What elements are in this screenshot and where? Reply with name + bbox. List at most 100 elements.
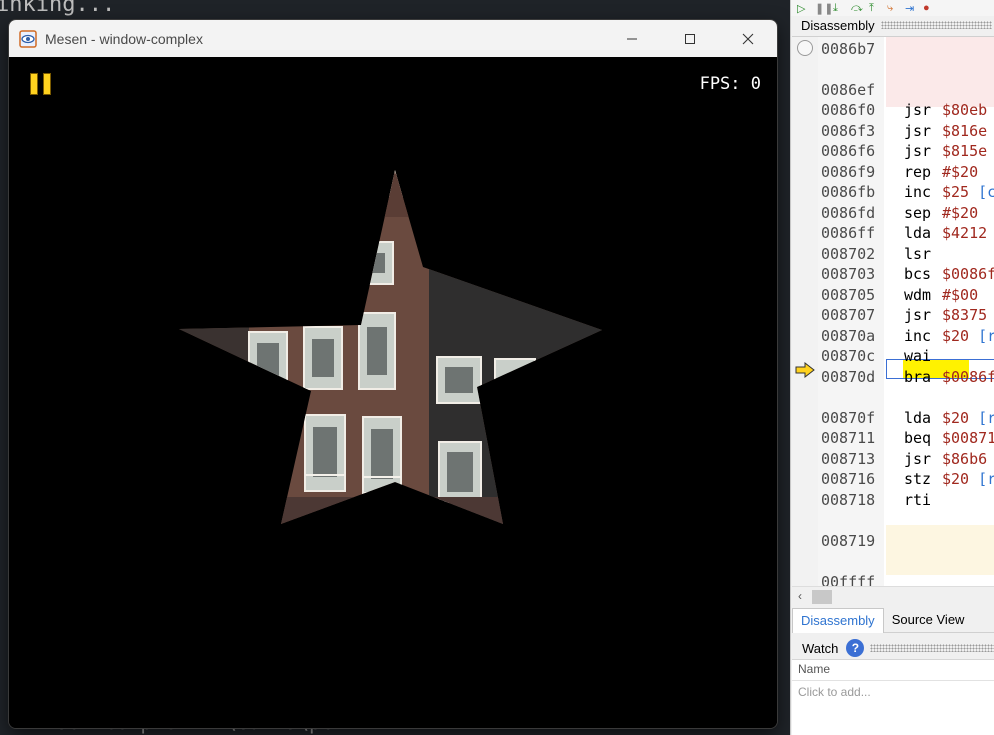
row-mnemonic: lda — [904, 224, 932, 242]
row-operand: #$00 — [942, 286, 979, 304]
disassembly-row[interactable]: 008702 lsr — [792, 244, 994, 264]
disassembly-row[interactable]: 0086f9 rep #$20 — [792, 162, 994, 182]
horizontal-scrollbar[interactable]: ‹ — [792, 586, 994, 607]
close-button[interactable] — [719, 20, 777, 57]
disassembly-row[interactable]: 008718 rti — [792, 490, 994, 510]
disassembly-row[interactable]: 0086b7 — [792, 39, 994, 59]
row-operand: $0086f — [942, 265, 994, 283]
mesen-app-icon — [19, 29, 37, 48]
panel-grip[interactable] — [880, 21, 992, 29]
disassembly-row[interactable]: 008703 bcs $0086f — [792, 264, 994, 284]
row-operand: $20 [r — [942, 470, 994, 488]
watch-add-entry[interactable]: Click to add... — [798, 685, 871, 699]
row-address: 0086fd — [821, 204, 876, 222]
row-mnemonic: jsr — [904, 142, 932, 160]
watch-header-divider — [792, 680, 994, 681]
row-operand: $20 [r — [942, 409, 994, 427]
row-mnemonic: stz — [904, 470, 932, 488]
disassembly-row[interactable]: 008711 beq $00871 — [792, 428, 994, 448]
help-icon[interactable]: ? — [846, 639, 865, 657]
row-mnemonic: beq — [904, 429, 932, 447]
disassembly-panel-header: Disassembly — [791, 16, 994, 34]
window-titlebar[interactable]: Mesen - window-complex — [9, 20, 777, 58]
watch-name-column[interactable]: Name — [798, 662, 830, 676]
row-mnemonic: bra — [904, 368, 932, 386]
disassembly-row[interactable]: 00870a inc $20 [r — [792, 326, 994, 346]
row-mnemonic: inc — [904, 183, 932, 201]
row-mnemonic: jsr — [904, 306, 932, 324]
disassembly-row[interactable]: 0086f6 jsr $815e — [792, 141, 994, 161]
close-icon — [742, 33, 754, 44]
row-mnemonic: wdm — [904, 286, 932, 304]
mesen-window[interactable]: Mesen - window-complex FPS: 0 — [9, 20, 777, 728]
scroll-thumb[interactable] — [812, 590, 832, 604]
row-mnemonic: inc — [904, 327, 932, 345]
row-address: 00870a — [821, 327, 876, 345]
disassembly-row[interactable]: 008707 jsr $8375 — [792, 305, 994, 325]
disassembly-row[interactable]: 008713 jsr $86b6 — [792, 449, 994, 469]
step-into-icon[interactable]: ⤓ — [833, 2, 845, 14]
row-operand: $00871 — [942, 429, 994, 447]
disassembly-row[interactable]: 00ffff — [792, 572, 994, 587]
disassembly-row[interactable]: 0086ef — [792, 80, 994, 100]
maximize-button[interactable] — [661, 20, 719, 57]
disassembly-row[interactable]: 00870f lda $20 [r — [792, 408, 994, 428]
star-window-image — [179, 170, 602, 524]
row-address: 008711 — [821, 429, 876, 447]
tab-disassembly[interactable]: Disassembly — [792, 608, 884, 633]
row-address: 0086b7 — [821, 40, 876, 58]
row-address: 008718 — [821, 491, 876, 509]
watch-panel-grip[interactable] — [870, 644, 994, 652]
pause-debug-icon[interactable]: ❚❚ — [815, 2, 833, 15]
disassembly-row[interactable]: 008716 stz $20 [r — [792, 469, 994, 489]
row-operand: $80eb — [942, 101, 988, 119]
row-mnemonic: wai — [904, 347, 932, 365]
minimize-button[interactable] — [603, 20, 661, 57]
row-address: 0086ef — [821, 81, 876, 99]
minimize-icon — [627, 38, 637, 39]
run-to-icon[interactable]: ⤷ — [887, 2, 899, 14]
row-mnemonic: jsr — [904, 450, 932, 468]
row-operand: $86b6 — [942, 450, 988, 468]
row-address: 0086ff — [821, 224, 876, 242]
debugger-panel[interactable]: ▷ ❚❚ ⤓ ⤼ ⤒ ⤷ ⇥ ● Disassembly 0086b7 0086e… — [790, 0, 994, 735]
tab-source-view[interactable]: Source View — [884, 608, 973, 632]
row-address: 0086f0 — [821, 101, 876, 119]
row-operand: $815e — [942, 142, 988, 160]
row-mnemonic: bcs — [904, 265, 932, 283]
scroll-left-icon[interactable]: ‹ — [798, 589, 802, 603]
terminal-top-text: inking... — [0, 0, 116, 17]
disassembly-tabs: Disassembly Source View — [792, 608, 994, 633]
run-icon[interactable]: ▷ — [797, 2, 809, 15]
step-out-icon[interactable]: ⤒ — [869, 2, 881, 14]
row-address: 00870d — [821, 368, 876, 386]
disassembly-row[interactable]: 00870d bra $0086f — [792, 367, 994, 387]
row-operand: #$20 — [942, 204, 979, 222]
row-operand: $0086f — [942, 368, 994, 386]
game-screen[interactable]: FPS: 0 — [9, 57, 777, 728]
disassembly-row[interactable]: 0086ff lda $4212 — [792, 223, 994, 243]
watch-grid[interactable]: Name Click to add... — [792, 659, 994, 735]
row-mnemonic: lsr — [904, 245, 932, 263]
row-mnemonic: rti — [904, 491, 932, 509]
row-address: 008703 — [821, 265, 876, 283]
disassembly-row[interactable]: 0086fd sep #$20 — [792, 203, 994, 223]
disassembly-row[interactable]: 008719 — [792, 531, 994, 551]
row-address: 008702 — [821, 245, 876, 263]
disassembly-row[interactable]: 008705 wdm #$00 — [792, 285, 994, 305]
row-address: 0086f3 — [821, 122, 876, 140]
breakpoint-toggle-icon[interactable]: ⇥ — [905, 2, 917, 15]
row-operand: $4212 — [942, 224, 988, 242]
watch-panel-header: Watch ? — [792, 638, 994, 658]
row-operand: $816e — [942, 122, 988, 140]
row-address: 008716 — [821, 470, 876, 488]
disassembly-row[interactable]: 0086f0 jsr $80eb — [792, 100, 994, 120]
disassembly-row[interactable]: 0086f3 jsr $816e — [792, 121, 994, 141]
disassembly-row[interactable]: 00870c wai — [792, 346, 994, 366]
row-operand: $20 [r — [942, 327, 994, 345]
disassembly-view[interactable]: 0086b7 0086ef 0086f0 jsr $80eb 0086f3 jsr $816e… — [792, 36, 994, 587]
reset-icon[interactable]: ● — [923, 2, 935, 14]
disassembly-row[interactable]: 0086fb inc $25 [c — [792, 182, 994, 202]
row-address: 008707 — [821, 306, 876, 324]
step-over-icon[interactable]: ⤼ — [851, 2, 863, 14]
